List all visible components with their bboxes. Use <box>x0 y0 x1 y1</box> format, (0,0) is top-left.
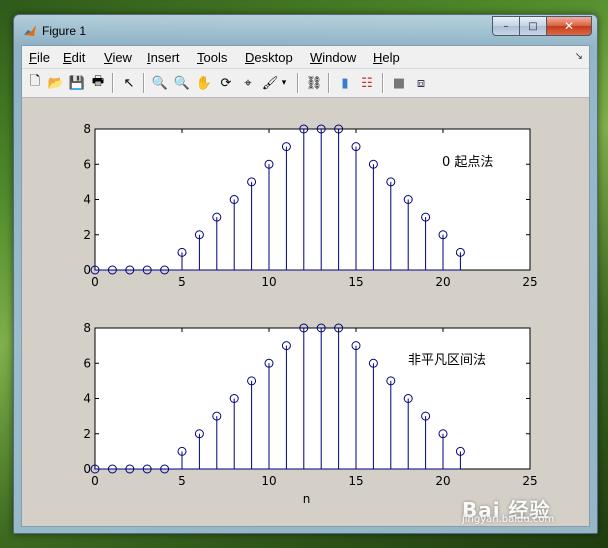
menu-file[interactable]: File <box>29 50 50 65</box>
baidu-watermark: Bai 经验 jingyan.baidu.com <box>462 494 554 525</box>
colorbar-icon[interactable]: ▮ <box>336 74 354 92</box>
toolbar-separator <box>112 73 114 93</box>
x-tick-label: 15 <box>348 275 363 289</box>
save-icon[interactable]: 💾 <box>68 74 86 92</box>
y-tick-label: 6 <box>83 356 91 370</box>
close-button[interactable]: ✕ <box>546 16 592 36</box>
print-icon[interactable]: 🖶 <box>89 74 107 92</box>
plot-annotation: 0 起点法 <box>442 155 493 170</box>
x-axis-label: n <box>303 492 311 506</box>
y-tick-label: 2 <box>83 427 91 441</box>
legend-icon[interactable]: ☷ <box>358 74 376 92</box>
figure-toolbar: 🗋 📂 💾 🖶 ↖ 🔍 🔍 ✋ ⟳ ⌖ 🖌 ▾ ⛓ ▮ ☷ ■ ⧈ <box>22 69 589 98</box>
title-bar[interactable]: Figure 1 – □ ✕ <box>14 15 597 45</box>
y-tick-label: 4 <box>83 193 91 207</box>
new-figure-icon[interactable]: 🗋 <box>26 74 44 92</box>
axes-box <box>94 128 531 271</box>
menu-desktop[interactable]: Desktop <box>245 50 293 65</box>
brush-icon[interactable]: 🖌 <box>261 74 279 92</box>
x-tick-label: 20 <box>435 275 450 289</box>
y-tick-label: 2 <box>83 228 91 242</box>
x-tick-label: 25 <box>522 474 537 488</box>
x-tick-label: 10 <box>261 275 276 289</box>
pointer-icon[interactable]: ↖ <box>120 74 138 92</box>
y-tick-label: 4 <box>83 392 91 406</box>
data-cursor-icon[interactable]: ⌖ <box>239 74 257 92</box>
x-tick-label: 25 <box>522 275 537 289</box>
menu-tools[interactable]: Tools <box>197 50 227 65</box>
toolbar-separator <box>382 73 384 93</box>
figure-window: Figure 1 – □ ✕ File Edit View Insert Too… <box>13 14 598 534</box>
plot-annotation: 非平凡区间法 <box>408 353 486 368</box>
y-tick-label: 8 <box>83 122 91 136</box>
menu-insert[interactable]: Insert <box>147 50 180 65</box>
minimize-button[interactable]: – <box>492 16 520 36</box>
dock-arrow-icon[interactable]: ↘ <box>575 51 583 62</box>
figure-client-area: File Edit View Insert Tools Desktop Wind… <box>21 45 590 527</box>
zoom-out-icon[interactable]: 🔍 <box>173 74 191 92</box>
brush-dropdown-icon[interactable]: ▾ <box>279 74 289 92</box>
x-tick-label: 20 <box>435 474 450 488</box>
x-tick-label: 5 <box>178 474 186 488</box>
x-tick-label: 5 <box>178 275 186 289</box>
rotate-icon[interactable]: ⟳ <box>217 74 235 92</box>
menu-edit[interactable]: Edit <box>63 50 85 65</box>
x-tick-label: 0 <box>91 275 99 289</box>
link-icon[interactable]: ⛓ <box>305 74 323 92</box>
x-tick-label: 10 <box>261 474 276 488</box>
y-tick-label: 6 <box>83 157 91 171</box>
maximize-button[interactable]: □ <box>519 16 547 36</box>
zoom-in-icon[interactable]: 🔍 <box>151 74 169 92</box>
open-file-icon[interactable]: 📂 <box>47 74 65 92</box>
watermark-url: jingyan.baidu.com <box>462 514 555 525</box>
y-tick-label: 0 <box>83 263 91 277</box>
toolbar-separator <box>328 73 330 93</box>
toolbar-separator <box>143 73 145 93</box>
axes-box <box>94 327 531 470</box>
show-plot-tools-icon[interactable]: ⧈ <box>412 74 430 92</box>
window-title: Figure 1 <box>42 24 87 38</box>
matlab-icon <box>24 25 36 36</box>
hide-plot-tools-icon[interactable]: ■ <box>390 74 408 92</box>
menu-window[interactable]: Window <box>310 50 356 65</box>
y-tick-label: 8 <box>83 321 91 335</box>
pan-icon[interactable]: ✋ <box>195 74 213 92</box>
menu-help[interactable]: Help <box>373 50 400 65</box>
x-tick-label: 15 <box>348 474 363 488</box>
x-tick-label: 0 <box>91 474 99 488</box>
y-tick-label: 0 <box>83 462 91 476</box>
menu-view[interactable]: View <box>104 50 132 65</box>
toolbar-separator <box>297 73 299 93</box>
figure-canvas: 0 5 10 15 20 25 0 2 4 6 8 0 起点法 0 5 10 15 20 25 0 2 4 6 8 非平凡区间… <box>22 98 589 526</box>
menu-bar: File Edit View Insert Tools Desktop Wind… <box>22 46 589 69</box>
plots-svg: 0 5 10 15 20 25 0 2 4 6 8 0 起点法 0 5 10 15 20 25 0 2 4 6 8 非平凡区间… <box>83 122 537 506</box>
